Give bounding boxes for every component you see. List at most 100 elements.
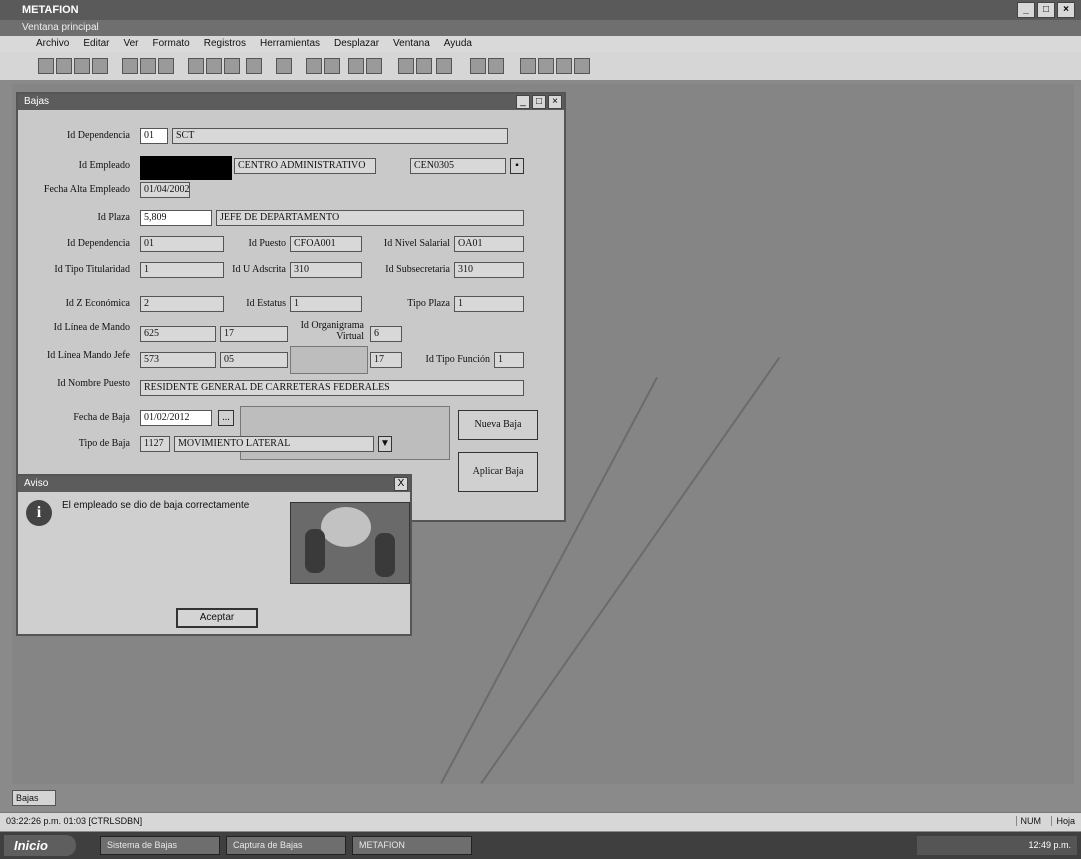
label-fecha-baja: Fecha de Baja — [73, 412, 130, 423]
sort-desc-icon[interactable] — [224, 58, 240, 74]
label-dependencia-top: Id Dependencia — [66, 130, 130, 141]
tipo-titularidad-field[interactable]: 1 — [140, 262, 224, 278]
estatus-field[interactable]: 1 — [290, 296, 362, 312]
code-icon[interactable] — [416, 58, 432, 74]
label-ur-adscrita: Id U Adscrita — [232, 264, 286, 275]
database-icon[interactable] — [348, 58, 364, 74]
find-icon[interactable] — [276, 58, 292, 74]
layout-icon[interactable] — [488, 58, 504, 74]
form-minimize-button[interactable]: _ — [516, 95, 530, 109]
tools-icon[interactable] — [436, 58, 452, 74]
sort-asc-icon[interactable] — [206, 58, 222, 74]
linea-jefe-a-field[interactable]: 573 — [140, 352, 216, 368]
aceptar-button[interactable]: Aceptar — [176, 608, 258, 628]
form-window-controls: _ □ × — [516, 95, 562, 109]
menu-archivo[interactable]: Archivo — [36, 36, 69, 52]
dependencia-top-id-field[interactable]: 01 — [140, 128, 168, 144]
window-icon[interactable] — [366, 58, 382, 74]
zona-economica-field[interactable]: 2 — [140, 296, 224, 312]
paste-icon[interactable] — [158, 58, 174, 74]
properties-icon[interactable] — [398, 58, 414, 74]
linea-mando-a-field[interactable]: 625 — [140, 326, 216, 342]
subsecretaria-field[interactable]: 310 — [454, 262, 524, 278]
view-icon[interactable] — [38, 58, 54, 74]
organigrama-field[interactable]: 6 — [370, 326, 402, 342]
dependencia-field[interactable]: 01 — [140, 236, 224, 252]
grid-icon-1[interactable] — [520, 58, 536, 74]
fecha-baja-field[interactable]: 01/02/2012 — [140, 410, 212, 426]
app-title: METAFION — [22, 4, 79, 16]
nivel-salarial-field[interactable]: OA01 — [454, 236, 524, 252]
linea-jefe-c-field[interactable]: 17 — [370, 352, 402, 368]
preview-icon[interactable] — [92, 58, 108, 74]
menu-ver[interactable]: Ver — [123, 36, 138, 52]
calendar-button[interactable]: ... — [218, 410, 234, 426]
tipo-plaza-field[interactable]: 1 — [454, 296, 524, 312]
dialog-title: Aviso — [24, 478, 49, 489]
plaza-name-field[interactable]: JEFE DE DEPARTAMENTO — [216, 210, 524, 226]
puesto-field[interactable]: CFOA001 — [290, 236, 362, 252]
menu-desplazar[interactable]: Desplazar — [334, 36, 379, 52]
menu-ventana[interactable]: Ventana — [393, 36, 430, 52]
menu-ayuda[interactable]: Ayuda — [444, 36, 472, 52]
status-bar: 03:22:26 p.m. 01:03 [CTRLSDBN] NUM Hoja — [0, 812, 1081, 831]
aplicar-baja-button[interactable]: Aplicar Baja — [458, 452, 538, 492]
task-item-3[interactable]: METAFION — [352, 836, 472, 855]
nombre-puesto-field[interactable]: RESIDENTE GENERAL DE CARRETERAS FEDERALE… — [140, 380, 524, 396]
employee-lookup-button[interactable]: ▪ — [510, 158, 524, 174]
window-controls: _ □ × — [1017, 2, 1075, 18]
label-estatus: Id Estatus — [246, 298, 286, 309]
label-plaza: Id Plaza — [97, 212, 131, 223]
minimized-window[interactable]: Bajas — [12, 790, 56, 806]
empleado-name-field[interactable]: CENTRO ADMINISTRATIVO — [234, 158, 376, 174]
minimize-button[interactable]: _ — [1017, 2, 1035, 18]
tipo-baja-name-field[interactable]: MOVIMIENTO LATERAL — [174, 436, 374, 452]
maximize-button[interactable]: □ — [1037, 2, 1055, 18]
task-item-2[interactable]: Captura de Bajas — [226, 836, 346, 855]
grid-icon-3[interactable] — [556, 58, 572, 74]
undo-icon[interactable] — [188, 58, 204, 74]
new-record-icon[interactable] — [306, 58, 322, 74]
fecha-alta-field[interactable]: 01/04/2002 — [140, 182, 190, 198]
dialog-close-button[interactable]: X — [394, 477, 408, 491]
ur-adscrita-field[interactable]: 310 — [290, 262, 362, 278]
menu-bar: Archivo Editar Ver Formato Registros Her… — [0, 36, 1081, 52]
close-button[interactable]: × — [1057, 2, 1075, 18]
tipo-baja-dropdown-button[interactable]: ▼ — [378, 436, 392, 452]
help-icon[interactable] — [470, 58, 486, 74]
linea-mando-b-field[interactable]: 17 — [220, 326, 288, 342]
redacted-employee-id — [140, 156, 232, 180]
filter-icon[interactable] — [246, 58, 262, 74]
linea-jefe-b-field[interactable]: 05 — [220, 352, 288, 368]
label-tipo-plaza: Tipo Plaza — [407, 298, 450, 309]
save-icon[interactable] — [56, 58, 72, 74]
cut-icon[interactable] — [122, 58, 138, 74]
plaza-id-field[interactable]: 5,809 — [140, 210, 212, 226]
copy-icon[interactable] — [140, 58, 156, 74]
label-organigrama-virtual: Id Organigrama Virtual — [300, 320, 364, 342]
tipo-baja-id-field[interactable]: 1127 — [140, 436, 170, 452]
menu-formato[interactable]: Formato — [153, 36, 190, 52]
grid-icon-2[interactable] — [538, 58, 554, 74]
label-linea-mando-jefe: Id Línea Mando Jefe — [46, 350, 130, 361]
nueva-baja-button[interactable]: Nueva Baja — [458, 410, 538, 440]
menu-registros[interactable]: Registros — [204, 36, 246, 52]
toolbar — [0, 52, 1081, 81]
menu-editar[interactable]: Editar — [83, 36, 109, 52]
dependencia-top-name-field[interactable]: SCT — [172, 128, 508, 144]
task-item-1[interactable]: Sistema de Bajas — [100, 836, 220, 855]
label-nombre-puesto: Id Nombre Puesto — [57, 378, 130, 389]
grid-icon-4[interactable] — [574, 58, 590, 74]
tipo-funcion-field[interactable]: 1 — [494, 352, 524, 368]
empleado-code-field[interactable]: CEN0305 — [410, 158, 506, 174]
form-maximize-button[interactable]: □ — [532, 95, 546, 109]
status-num: NUM — [1015, 816, 1041, 826]
start-button[interactable]: Inicio — [4, 835, 76, 856]
illustration-hand-right — [375, 533, 395, 577]
label-puesto: Id Puesto — [248, 238, 287, 249]
print-icon[interactable] — [74, 58, 90, 74]
form-close-button[interactable]: × — [548, 95, 562, 109]
menu-herramientas[interactable]: Herramientas — [260, 36, 320, 52]
label-empleado: Id Empleado — [78, 160, 130, 171]
delete-record-icon[interactable] — [324, 58, 340, 74]
